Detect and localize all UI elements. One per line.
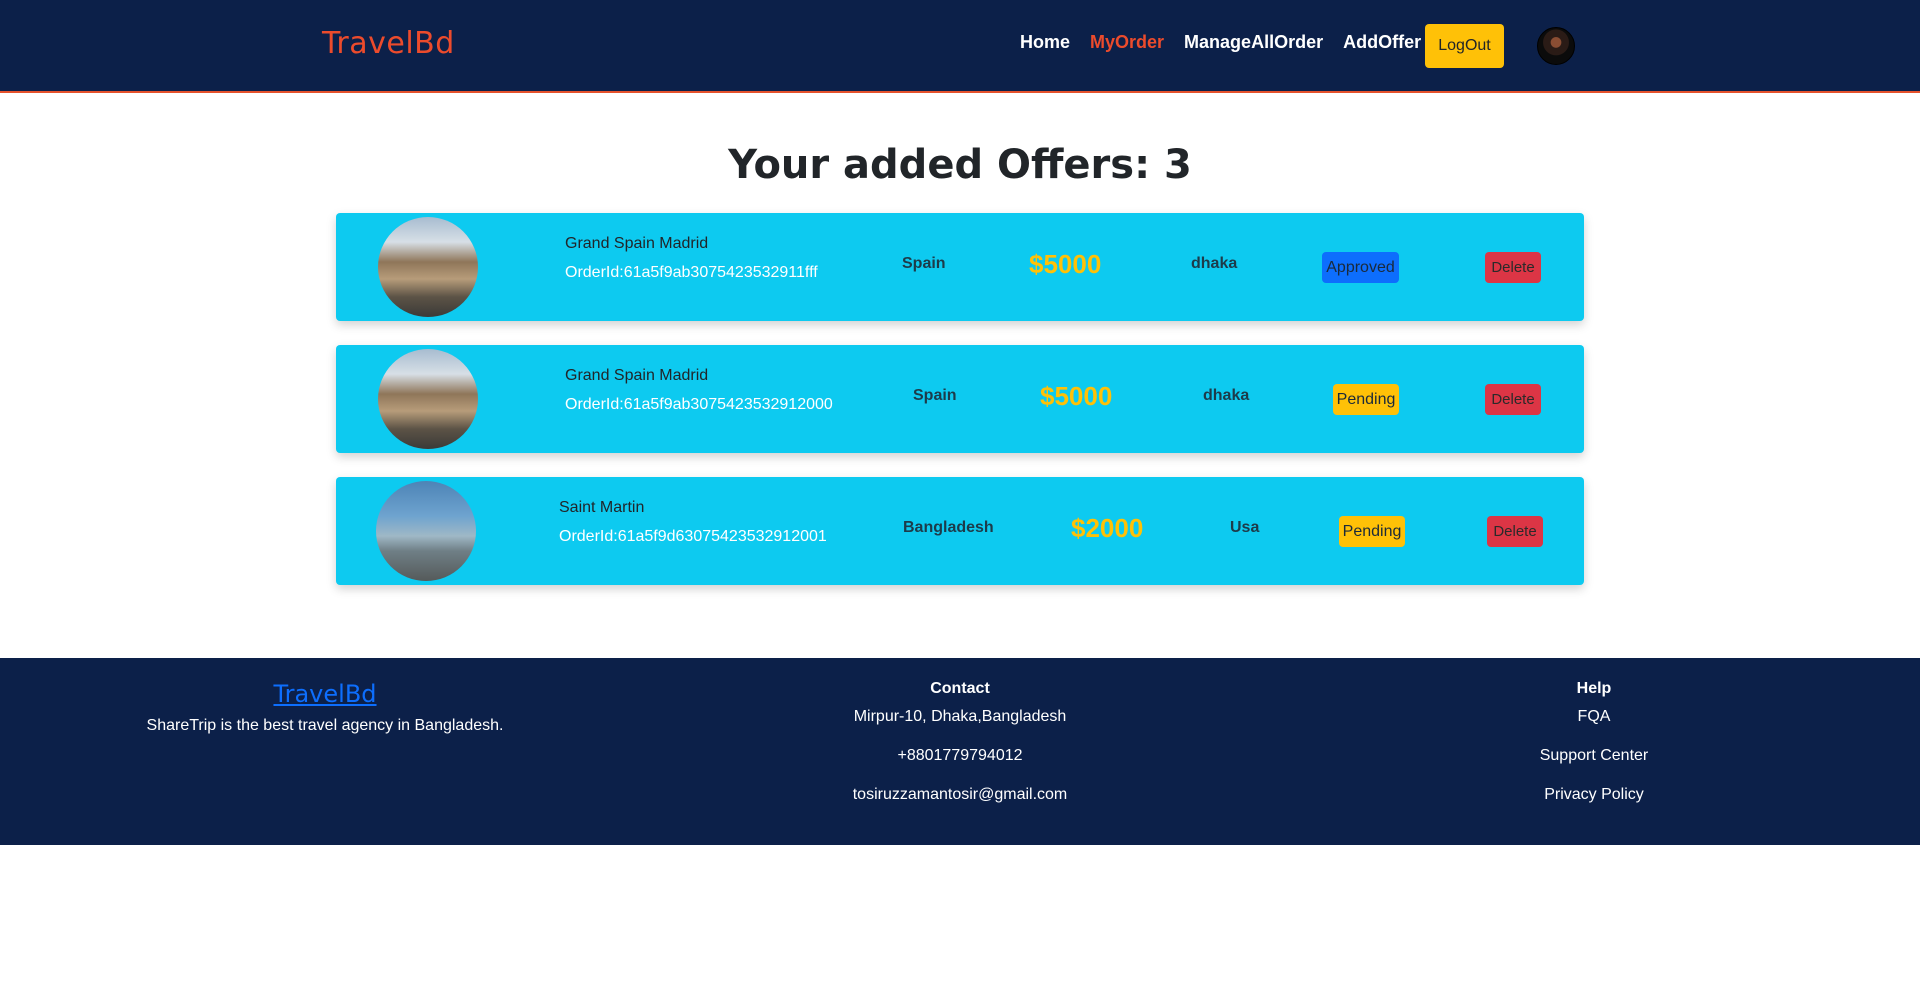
order-city: dhaka bbox=[1203, 387, 1250, 404]
nav-links: Home MyOrder ManageAllOrder AddOffer bbox=[1020, 32, 1421, 53]
footer-link-privacy-policy[interactable]: Privacy Policy bbox=[1394, 786, 1794, 804]
order-price: $5000 bbox=[1029, 249, 1102, 279]
delete-button[interactable]: Delete bbox=[1485, 384, 1541, 415]
page-title: Your added Offers: 3 bbox=[728, 142, 1192, 188]
order-name: Grand Spain Madrid bbox=[565, 235, 709, 252]
footer-email: tosiruzzamantosir@gmail.com bbox=[852, 786, 1068, 803]
footer-phone: +8801779794012 bbox=[897, 747, 1023, 764]
footer-tagline: ShareTrip is the best travel agency in B… bbox=[146, 717, 504, 734]
nav-link-my-order[interactable]: MyOrder bbox=[1090, 32, 1164, 53]
order-id: OrderId:61a5f9d63075423532912001 bbox=[559, 528, 827, 545]
delete-button[interactable]: Delete bbox=[1485, 252, 1541, 283]
nav-link-add-offer[interactable]: AddOffer bbox=[1343, 32, 1421, 53]
order-card: Grand Spain Madrid OrderId:61a5f9ab30754… bbox=[336, 345, 1584, 453]
footer-address: Mirpur-10, Dhaka,Bangladesh bbox=[853, 708, 1067, 725]
navbar: TravelBd Home MyOrder ManageAllOrder Add… bbox=[0, 0, 1920, 93]
nav-link-home[interactable]: Home bbox=[1020, 32, 1070, 53]
brand-logo[interactable]: TravelBd bbox=[322, 26, 455, 61]
order-id: OrderId:61a5f9ab3075423532911fff bbox=[565, 264, 818, 281]
footer-contact-heading: Contact bbox=[930, 680, 990, 697]
status-approved-button[interactable]: Approved bbox=[1322, 252, 1399, 283]
order-name: Grand Spain Madrid bbox=[565, 367, 709, 384]
order-id: OrderId:61a5f9ab3075423532912000 bbox=[565, 396, 833, 413]
footer: TravelBd ShareTrip is the best travel ag… bbox=[0, 658, 1920, 845]
logout-button[interactable]: LogOut bbox=[1425, 24, 1504, 68]
user-avatar-icon[interactable] bbox=[1537, 27, 1575, 65]
beach-photo-icon bbox=[376, 481, 476, 581]
nav-link-manage-all-order[interactable]: ManageAllOrder bbox=[1184, 32, 1323, 53]
status-pending-button[interactable]: Pending bbox=[1339, 516, 1405, 547]
delete-button[interactable]: Delete bbox=[1487, 516, 1543, 547]
madrid-photo-icon bbox=[378, 217, 478, 317]
madrid-photo-icon bbox=[378, 349, 478, 449]
order-price: $5000 bbox=[1040, 381, 1113, 411]
order-country: Spain bbox=[902, 255, 946, 272]
footer-help-heading: Help bbox=[1576, 680, 1612, 697]
order-card: Saint Martin OrderId:61a5f9d630754235329… bbox=[336, 477, 1584, 585]
order-country: Bangladesh bbox=[903, 519, 994, 536]
order-name: Saint Martin bbox=[559, 499, 645, 516]
footer-help-column: Help FQA Support Center Privacy Policy bbox=[1394, 680, 1794, 825]
footer-brand-link[interactable]: TravelBd bbox=[0, 680, 650, 708]
order-card: Grand Spain Madrid OrderId:61a5f9ab30754… bbox=[336, 213, 1584, 321]
footer-link-support-center[interactable]: Support Center bbox=[1394, 747, 1794, 765]
footer-link-fqa[interactable]: FQA bbox=[1394, 708, 1794, 726]
order-city: Usa bbox=[1230, 519, 1260, 536]
footer-contact-column: Contact Mirpur-10, Dhaka,Bangladesh +880… bbox=[760, 680, 1160, 825]
order-country: Spain bbox=[913, 387, 957, 404]
order-city: dhaka bbox=[1191, 255, 1238, 272]
order-price: $2000 bbox=[1071, 513, 1144, 543]
status-pending-button[interactable]: Pending bbox=[1333, 384, 1399, 415]
